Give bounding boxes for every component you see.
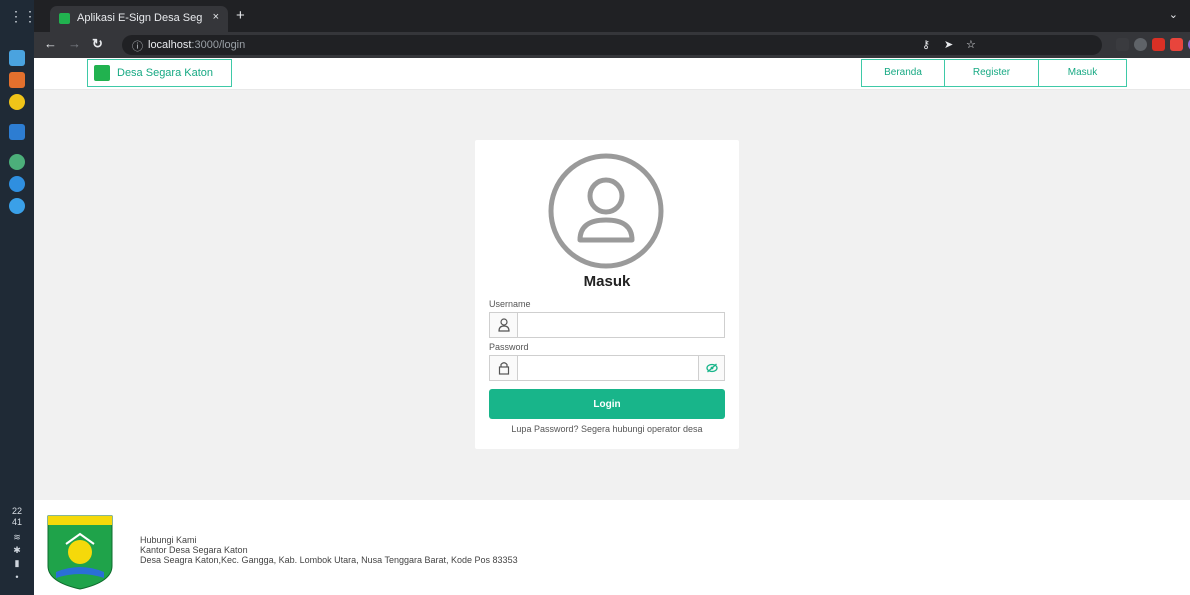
- info-icon[interactable]: ⓘ: [132, 38, 143, 54]
- footer-contact: Hubungi Kami Kantor Desa Segara Katon De…: [140, 535, 518, 565]
- wifi-icon[interactable]: ≋: [0, 532, 34, 543]
- tab-search-icon[interactable]: ⌄: [1169, 8, 1178, 21]
- browser-tabbar: Aplikasi E-Sign Desa Seg × + ⌄: [34, 0, 1190, 32]
- address-bar[interactable]: ⓘ localhost:3000/login ⚷ ➤ ☆: [122, 35, 1102, 55]
- power-icon[interactable]: •: [0, 572, 34, 582]
- extension-icon[interactable]: [1152, 38, 1165, 51]
- clock: 22 41: [0, 506, 34, 528]
- browser-tab[interactable]: Aplikasi E-Sign Desa Seg ×: [50, 6, 228, 32]
- login-card: Masuk Username Password Login Lupa Passw: [475, 140, 739, 449]
- toggle-password-eye-icon[interactable]: [698, 356, 724, 380]
- new-tab-button[interactable]: +: [236, 7, 245, 24]
- nav-link-register[interactable]: Register: [944, 59, 1039, 87]
- footer-address: Desa Seagra Katon,Kec. Gangga, Kab. Lomb…: [140, 555, 518, 565]
- star-icon[interactable]: ☆: [966, 38, 976, 51]
- navbar: Desa Segara Katon Beranda Register Masuk: [34, 58, 1190, 90]
- nav-link-beranda[interactable]: Beranda: [861, 59, 945, 87]
- login-title: Masuk: [583, 273, 631, 290]
- chrome-icon[interactable]: [9, 94, 25, 110]
- send-icon[interactable]: ➤: [944, 38, 953, 51]
- clock-minute: 41: [11, 517, 22, 527]
- os-dock: ⋮⋮ 22 41 ≋ ✱ ▮ •: [0, 0, 37, 595]
- bluetooth-icon[interactable]: ✱: [0, 545, 34, 556]
- lock-icon: [490, 356, 518, 380]
- browser-toolbar: ← → ↻ ⓘ localhost:3000/login ⚷ ➤ ☆: [34, 32, 1190, 58]
- password-group: [489, 355, 725, 381]
- login-button[interactable]: Login: [489, 389, 725, 419]
- back-icon[interactable]: ←: [44, 36, 57, 51]
- footer: Hubungi Kami Kantor Desa Segara Katon De…: [34, 500, 1190, 595]
- web-page: Desa Segara Katon Beranda Register Masuk…: [34, 58, 1190, 595]
- tab-title: Aplikasi E-Sign Desa Seg: [77, 12, 203, 24]
- user-icon: [490, 313, 518, 337]
- extension-icon[interactable]: [1134, 38, 1147, 51]
- files-icon[interactable]: [9, 50, 25, 66]
- vscode-icon[interactable]: [9, 124, 25, 140]
- brand-logo-icon: [94, 65, 110, 81]
- extension-icon[interactable]: [1170, 38, 1183, 51]
- key-icon[interactable]: ⚷: [922, 38, 930, 51]
- forgot-password-text: Lupa Password? Segera hubungi operator d…: [511, 424, 703, 434]
- app-icon[interactable]: [9, 154, 25, 170]
- url-text[interactable]: localhost:3000/login: [148, 39, 245, 51]
- brand-link[interactable]: Desa Segara Katon: [87, 59, 232, 87]
- user-avatar-icon: [548, 153, 664, 269]
- username-label: Username: [489, 299, 531, 309]
- password-input[interactable]: [519, 356, 697, 380]
- battery-icon[interactable]: ▮: [0, 558, 34, 569]
- username-input[interactable]: [519, 313, 723, 337]
- apps-grid-icon[interactable]: ⋮⋮: [9, 8, 37, 24]
- forward-icon[interactable]: →: [68, 36, 81, 51]
- footer-office: Kantor Desa Segara Katon: [140, 545, 248, 555]
- url-path: :3000/login: [191, 39, 246, 51]
- village-emblem-logo: [47, 515, 113, 590]
- nav-link-masuk[interactable]: Masuk: [1038, 59, 1127, 87]
- app-icon[interactable]: [9, 198, 25, 214]
- password-label: Password: [489, 342, 529, 352]
- favicon-icon: [59, 13, 70, 24]
- app-icon[interactable]: [9, 72, 25, 88]
- url-host: localhost: [148, 39, 192, 51]
- brand-name: Desa Segara Katon: [117, 67, 214, 79]
- clock-hour: 22: [11, 506, 22, 516]
- reload-icon[interactable]: ↻: [92, 36, 103, 52]
- username-group: [489, 312, 725, 338]
- footer-contact-title: Hubungi Kami: [140, 535, 197, 545]
- screen: ⋮⋮ 22 41 ≋ ✱ ▮ • Aplikasi E-Sign Desa Se…: [0, 0, 1190, 595]
- close-tab-icon[interactable]: ×: [213, 11, 219, 23]
- extension-icon[interactable]: [1116, 38, 1129, 51]
- app-icon[interactable]: [9, 176, 25, 192]
